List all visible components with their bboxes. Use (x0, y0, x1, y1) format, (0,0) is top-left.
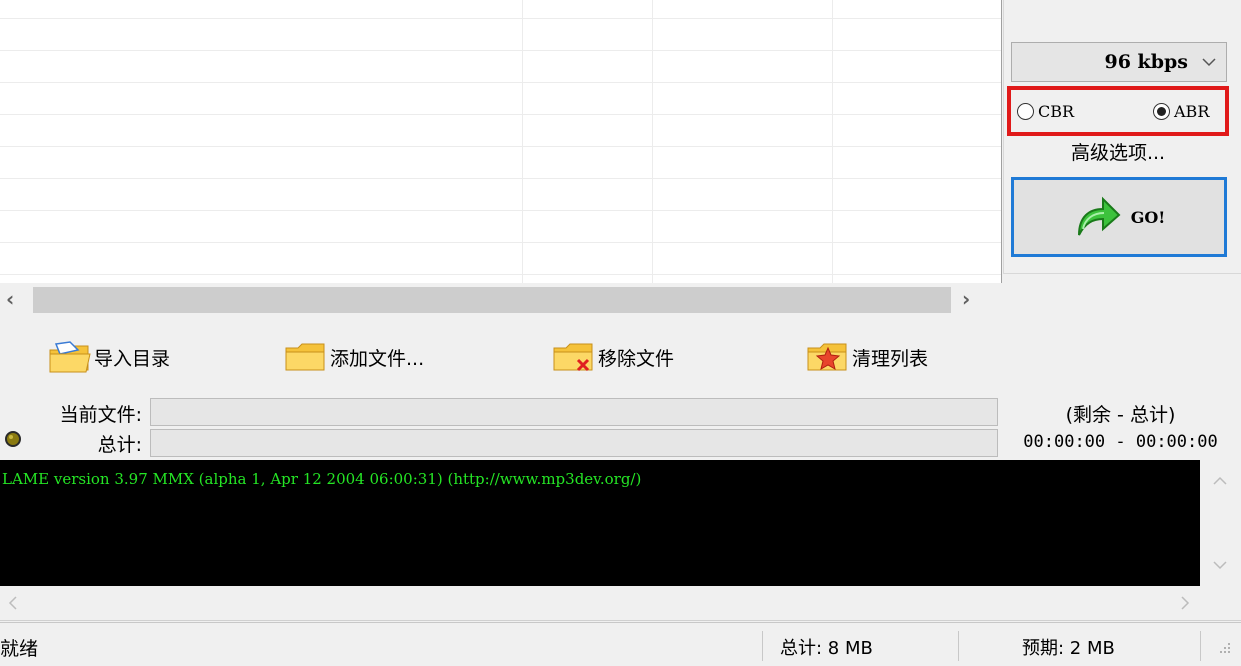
console-line: LAME version 3.97 MMX (alpha 1, Apr 12 2… (2, 470, 642, 488)
status-estimated-size: 预期: 2 MB (1022, 638, 1115, 659)
list-gridline (0, 178, 1001, 179)
advanced-options-link[interactable]: 高级选项... (1007, 138, 1229, 165)
add-files-button[interactable]: 添加文件... (284, 337, 424, 377)
bitrate-mode-group: CBR ABR (1007, 86, 1229, 136)
scroll-down-icon[interactable] (1213, 560, 1227, 570)
time-value: 00:00:00 - 00:00:00 (1023, 432, 1218, 452)
abr-radio-circle (1153, 103, 1170, 120)
current-file-label: 当前文件: (59, 404, 142, 426)
folder-icon (285, 343, 325, 371)
folder-remove-icon (553, 343, 593, 372)
scroll-left-icon[interactable]: ‹ (6, 287, 14, 311)
list-gridline (0, 210, 1001, 211)
import-directory-button[interactable]: 导入目录 (48, 337, 170, 377)
file-list[interactable] (0, 0, 1002, 283)
console-horizontal-scrollbar[interactable] (0, 586, 1241, 621)
scroll-right-icon[interactable] (1180, 596, 1190, 610)
console-output[interactable]: LAME version 3.97 MMX (alpha 1, Apr 12 2… (0, 460, 1200, 586)
abr-radio[interactable]: ABR (1153, 102, 1209, 121)
status-divider (762, 631, 763, 661)
status-divider (1200, 631, 1201, 661)
list-gridline (0, 242, 1001, 243)
scroll-up-icon[interactable] (1213, 476, 1227, 486)
list-column-divider (652, 0, 653, 283)
clear-list-button[interactable]: 清理列表 (806, 337, 928, 377)
add-files-label: 添加文件... (330, 347, 425, 370)
status-total-size: 总计: 8 MB (780, 638, 873, 659)
remove-files-button[interactable]: 移除文件 (552, 337, 674, 377)
go-button[interactable]: GO! (1011, 177, 1227, 257)
list-horizontal-scrollbar[interactable]: ‹ › (0, 283, 1001, 317)
chevron-down-icon (1202, 58, 1216, 67)
list-gridline (0, 82, 1001, 83)
status-state: 就绪 (0, 638, 39, 660)
list-gridline (0, 146, 1001, 147)
console-vertical-scrollbar[interactable] (1200, 460, 1241, 586)
import-directory-label: 导入目录 (94, 347, 171, 370)
cbr-radio-circle (1017, 103, 1034, 120)
green-arrow-icon (1077, 196, 1121, 236)
total-progress-bar (150, 429, 998, 457)
folder-clear-icon (807, 343, 847, 371)
list-column-divider (832, 0, 833, 283)
list-column-divider (522, 0, 523, 283)
list-gridline (0, 274, 1001, 275)
scrollbar-thumb[interactable] (33, 287, 951, 313)
resize-grip-icon[interactable] (1214, 641, 1232, 659)
go-label: GO! (1130, 207, 1166, 227)
cbr-label: CBR (1038, 102, 1075, 121)
cbr-radio[interactable]: CBR (1017, 102, 1074, 121)
list-gridline (0, 18, 1001, 19)
open-folder-icon (49, 341, 91, 373)
bitrate-dropdown[interactable]: 96 kbps (1011, 42, 1227, 82)
status-divider (958, 631, 959, 661)
total-progress-label: 总计: (97, 434, 142, 456)
list-gridline (0, 114, 1001, 115)
time-header: (剩余 - 总计) (1065, 404, 1176, 426)
abr-label: ABR (1174, 102, 1210, 121)
current-file-progress-bar (150, 398, 998, 426)
scroll-right-icon[interactable]: › (962, 287, 970, 311)
bitrate-value: 96 kbps (1104, 51, 1189, 73)
list-gridline (0, 50, 1001, 51)
status-bar: 就绪 总计: 8 MB 预期: 2 MB (0, 622, 1241, 666)
remove-files-label: 移除文件 (598, 347, 675, 370)
clear-list-label: 清理列表 (852, 347, 929, 370)
scroll-left-icon[interactable] (8, 596, 18, 610)
